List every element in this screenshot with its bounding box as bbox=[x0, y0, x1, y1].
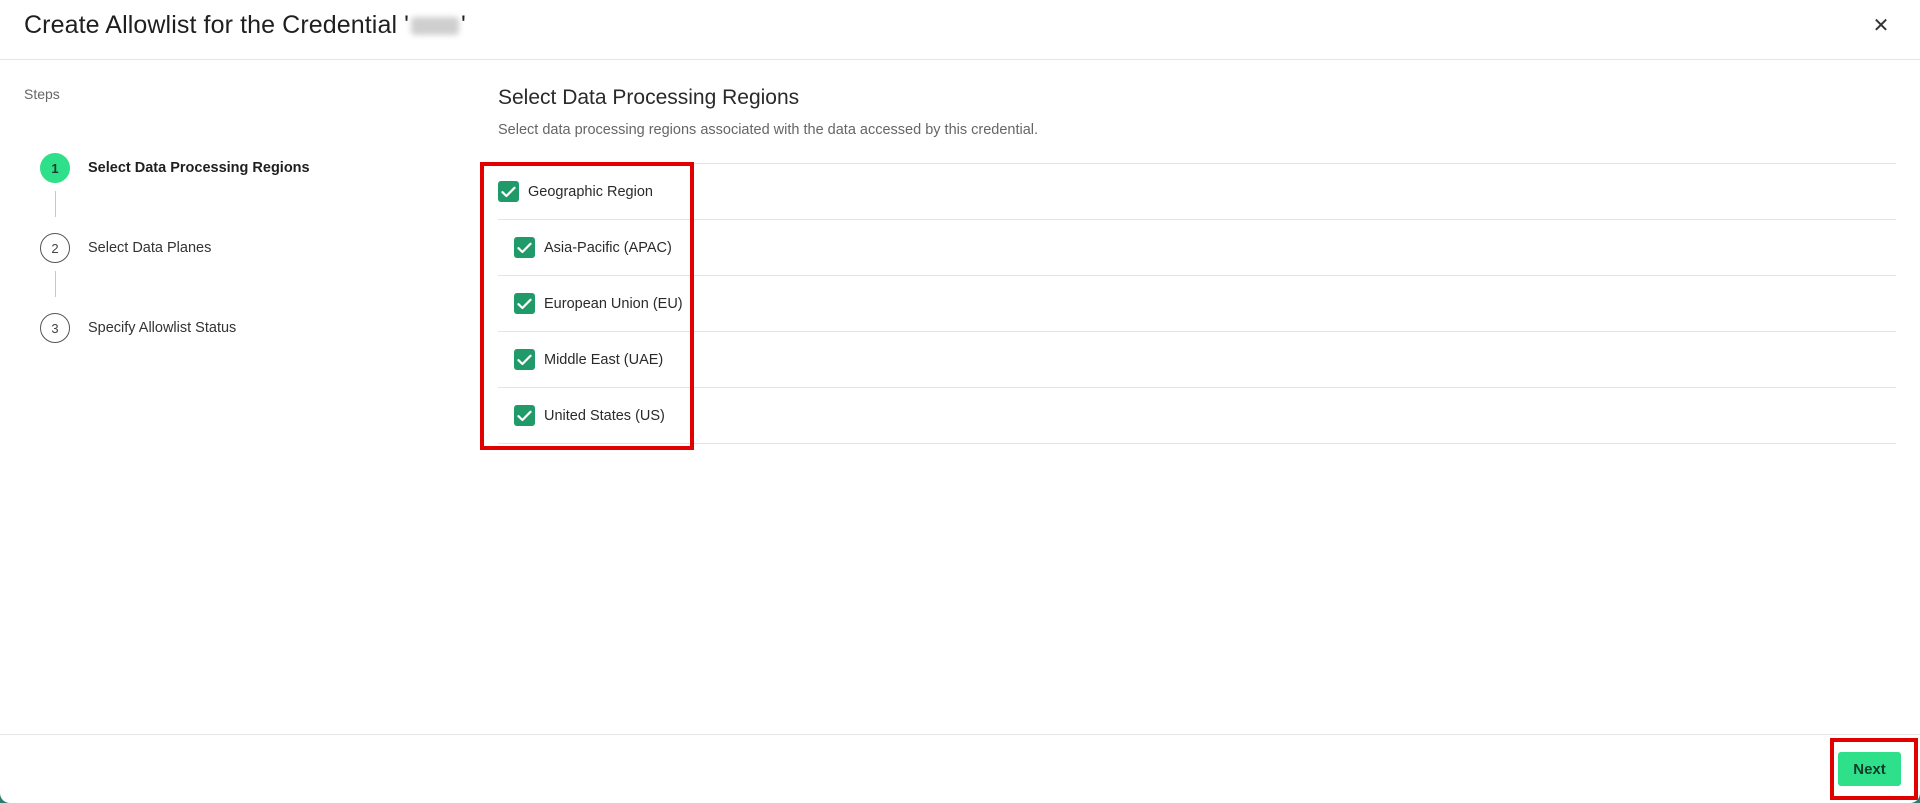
step-number-badge: 1 bbox=[40, 153, 70, 183]
checkbox-apac[interactable] bbox=[514, 237, 535, 258]
check-icon bbox=[517, 298, 532, 309]
step-connector bbox=[55, 191, 56, 217]
checkbox-eu[interactable] bbox=[514, 293, 535, 314]
region-list: Geographic Region Asia-Pacific (APAC) Eu… bbox=[498, 163, 1896, 444]
checkbox-us[interactable] bbox=[514, 405, 535, 426]
check-icon bbox=[517, 354, 532, 365]
close-button[interactable]: ✕ bbox=[1870, 14, 1892, 37]
steps-heading: Steps bbox=[24, 86, 60, 102]
step-label: Select Data Planes bbox=[88, 240, 212, 256]
check-icon bbox=[517, 242, 532, 253]
dialog-title: Create Allowlist for the Credential ' ' bbox=[24, 11, 466, 39]
region-label: Middle East (UAE) bbox=[544, 351, 664, 368]
region-row-eu[interactable]: European Union (EU) bbox=[498, 276, 1896, 332]
checkbox-geographic-region[interactable] bbox=[498, 181, 519, 202]
checkbox-uae[interactable] bbox=[514, 349, 535, 370]
region-label: European Union (EU) bbox=[544, 295, 683, 312]
region-label: Geographic Region bbox=[528, 183, 653, 200]
section-title: Select Data Processing Regions bbox=[498, 86, 800, 109]
section-description: Select data processing regions associate… bbox=[498, 122, 1039, 138]
region-label: United States (US) bbox=[544, 407, 665, 424]
close-icon: ✕ bbox=[1872, 14, 1890, 37]
check-icon bbox=[501, 186, 516, 197]
create-allowlist-dialog: Create Allowlist for the Credential ' ' ✕… bbox=[0, 0, 1920, 803]
dialog-header: Create Allowlist for the Credential ' ' ✕ bbox=[0, 0, 1920, 60]
step-select-data-planes[interactable]: 2 Select Data Planes bbox=[40, 232, 211, 264]
redacted-credential-name bbox=[411, 17, 460, 36]
region-row-apac[interactable]: Asia-Pacific (APAC) bbox=[498, 220, 1896, 276]
step-label: Specify Allowlist Status bbox=[88, 320, 237, 336]
next-button[interactable]: Next bbox=[1838, 752, 1901, 786]
step-connector bbox=[55, 271, 56, 297]
check-icon bbox=[517, 410, 532, 421]
step-specify-status[interactable]: 3 Specify Allowlist Status bbox=[40, 312, 236, 344]
step-select-regions[interactable]: 1 Select Data Processing Regions bbox=[40, 152, 310, 184]
region-row-geographic[interactable]: Geographic Region bbox=[498, 164, 1896, 220]
dialog-footer bbox=[0, 734, 1920, 803]
region-row-uae[interactable]: Middle East (UAE) bbox=[498, 332, 1896, 388]
step-number-badge: 2 bbox=[40, 233, 70, 263]
step-label: Select Data Processing Regions bbox=[88, 160, 310, 176]
region-row-us[interactable]: United States (US) bbox=[498, 388, 1896, 444]
step-number-badge: 3 bbox=[40, 313, 70, 343]
region-label: Asia-Pacific (APAC) bbox=[544, 239, 672, 256]
